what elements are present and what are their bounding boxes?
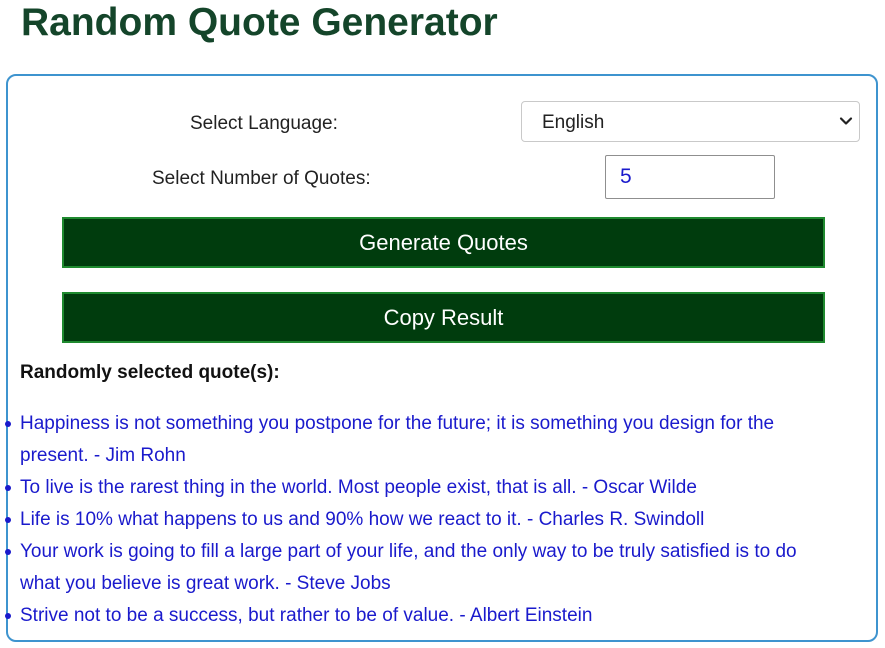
quote-item: Life is 10% what happens to us and 90% h… [5,504,840,536]
quote-item: Strive not to be a success, but rather t… [5,600,840,632]
page-title: Random Quote Generator [21,1,498,44]
quote-list: Happiness is not something you postpone … [5,408,840,632]
quote-generator-panel: Select Language: English Select Number o… [5,74,878,642]
generate-quotes-button[interactable]: Generate Quotes [62,217,825,268]
quote-item: To live is the rarest thing in the world… [5,472,840,504]
results-heading: Randomly selected quote(s): [20,362,280,383]
language-label: Select Language: [190,113,338,134]
quote-item: Happiness is not something you postpone … [5,408,840,472]
chevron-down-icon [839,117,853,125]
language-select[interactable]: English [521,101,860,142]
language-select-value: English [542,112,605,133]
quantity-label: Select Number of Quotes: [152,168,371,189]
copy-result-button[interactable]: Copy Result [62,292,825,343]
quote-item: Your work is going to fill a large part … [5,536,840,600]
quantity-input[interactable] [605,155,775,199]
